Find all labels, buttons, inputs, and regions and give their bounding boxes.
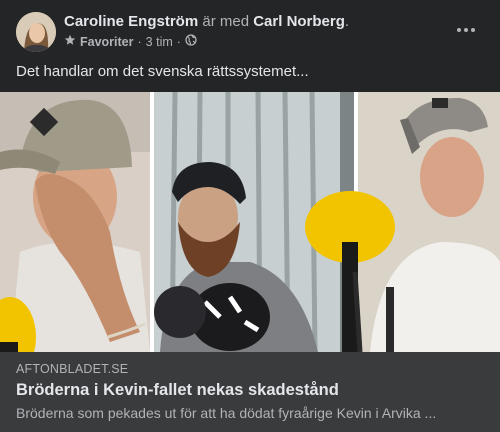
star-icon	[64, 34, 76, 50]
more-options-button[interactable]	[454, 22, 478, 38]
more-dot	[464, 28, 468, 32]
meta-separator-2: ·	[176, 35, 181, 49]
post-text: Det handlar om det svenska rättssystemet…	[16, 63, 309, 80]
more-horizontal-icon	[457, 28, 461, 32]
author-avatar[interactable]	[16, 12, 56, 52]
author-name[interactable]: Caroline Engström	[64, 13, 198, 30]
post-time[interactable]: 3 tim	[146, 34, 173, 50]
author-line-period: .	[344, 13, 350, 30]
audience-label[interactable]: Favoriter	[80, 34, 134, 50]
author-line: Caroline Engström är med Carl Norberg.	[64, 12, 349, 31]
link-preview-image[interactable]	[0, 92, 500, 352]
with-text: är med	[202, 13, 250, 30]
link-description: Bröderna som pekades ut för att ha dödat…	[16, 405, 437, 421]
link-headline[interactable]: Bröderna i Kevin-fallet nekas skadestånd	[16, 380, 339, 401]
post-header: Caroline Engström är med Carl Norberg. F…	[0, 0, 500, 60]
tagged-name[interactable]: Carl Norberg	[253, 13, 345, 30]
post-meta: Favoriter · 3 tim ·	[64, 34, 197, 50]
globe-icon[interactable]	[185, 34, 197, 50]
meta-separator: ·	[137, 35, 142, 49]
more-dot	[471, 28, 475, 32]
link-preview-box[interactable]: AFTONBLADET.SE Bröderna i Kevin-fallet n…	[0, 352, 500, 432]
link-domain: AFTONBLADET.SE	[16, 362, 129, 376]
